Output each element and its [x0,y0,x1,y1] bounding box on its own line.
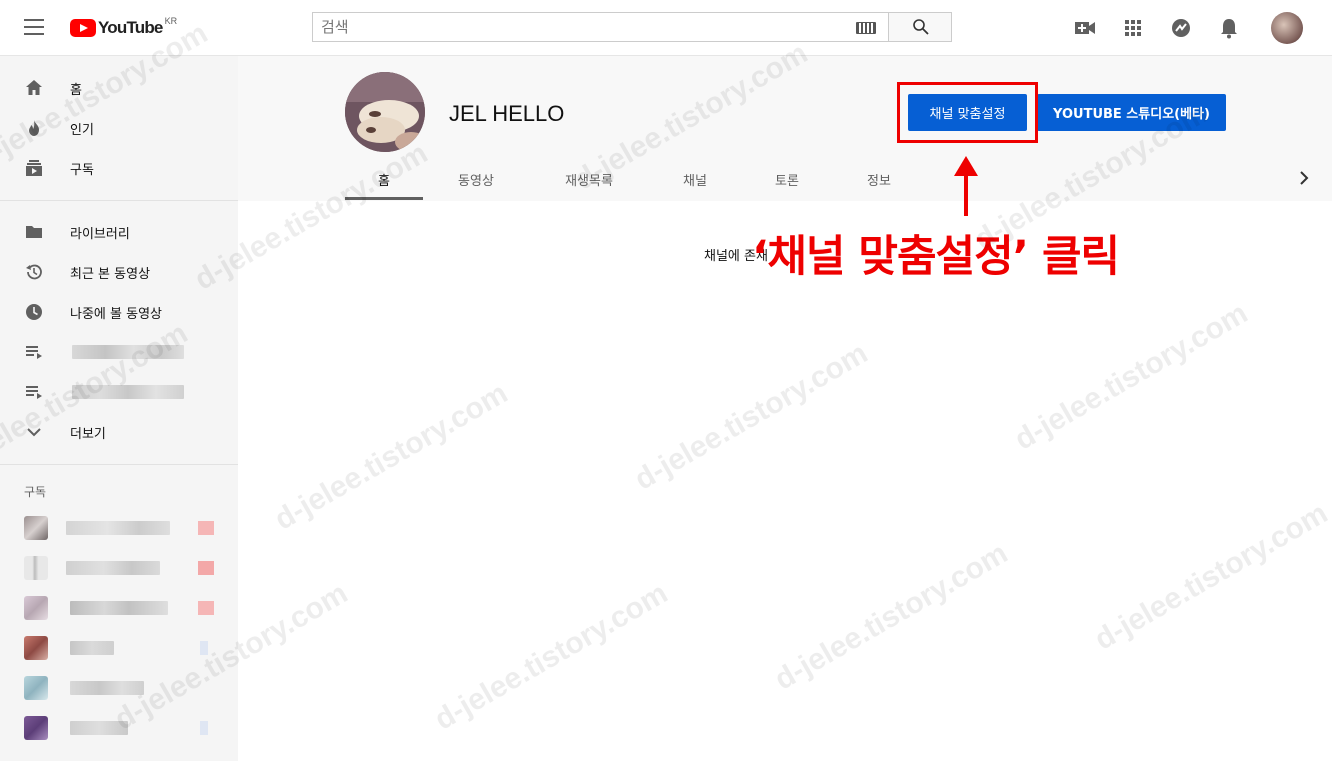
sidebar-divider [0,200,238,201]
subscription-avatar [24,516,48,540]
apps-grid-icon[interactable] [1121,16,1145,40]
sidebar-item-history[interactable]: 최근 본 동영상 [0,252,238,292]
subscription-item[interactable] [0,508,238,548]
blurred-channel-name [66,521,170,535]
blurred-channel-name [70,721,128,735]
search-button[interactable] [888,12,952,42]
sidebar-item-label: 라이브러리 [70,226,130,242]
new-badge [198,521,214,535]
chevron-right-icon[interactable] [1294,168,1314,188]
blurred-channel-name [70,681,144,695]
playlist-icon [26,346,42,359]
channel-name: JEL HELLO [449,101,565,126]
keyboard-icon[interactable] [856,22,876,34]
subscriptions-heading: 구독 [24,485,47,499]
sidebar-divider [0,464,238,465]
watermark: d-jelee.tistory.com [269,376,514,537]
subscription-item[interactable] [0,548,238,588]
channel-avatar [345,72,425,152]
youtube-studio-button[interactable]: YOUTUBE 스튜디오(베타) [1037,94,1226,131]
create-video-icon[interactable] [1073,16,1097,40]
blurred-channel-name [70,641,114,655]
blurred-playlist-title [72,385,184,399]
chevron-down-icon [27,428,41,437]
sidebar-item-label: 홈 [70,82,82,98]
watermark: d-jelee.tistory.com [629,336,874,497]
subscription-item[interactable] [0,668,238,708]
sidebar-item-home[interactable]: 홈 [0,68,238,108]
history-icon [26,264,42,280]
sidebar-item-label: 인기 [70,122,94,138]
menu-icon[interactable] [24,19,44,35]
search-input[interactable] [313,13,888,41]
annotation-text: ‘채널 맞춤설정’ 클릭 [752,232,1120,282]
tab-playlists[interactable]: 재생목록 [546,158,632,200]
sidebar-item-label: 나중에 볼 동영상 [70,306,162,322]
search-icon [913,19,929,35]
live-badge [200,641,208,655]
customize-channel-button[interactable]: 채널 맞춤설정 [908,94,1027,131]
sidebar-item-library[interactable]: 라이브러리 [0,212,238,252]
logo-text: YouTube [98,18,163,37]
flame-icon [29,120,39,136]
masthead: YouTube KR [0,0,1332,56]
sidebar-item-trending[interactable]: 인기 [0,108,238,148]
new-badge [198,561,214,575]
sidebar-item-playlist[interactable] [0,332,238,372]
playlist-icon [26,386,42,399]
sidebar-item-playlist[interactable] [0,372,238,412]
tab-discussion[interactable]: 토론 [756,158,818,200]
search-box [312,12,888,42]
subscription-item[interactable] [0,588,238,628]
sidebar-item-more[interactable]: 더보기 [0,412,238,452]
tab-home[interactable]: 홈 [345,158,423,200]
sidebar-item-watch-later[interactable]: 나중에 볼 동영상 [0,292,238,332]
blurred-playlist-title [72,345,184,359]
new-badge [198,601,214,615]
subscription-avatar [24,636,48,660]
sidebar: 홈 인기 구독 라이브러리 최근 본 동영상 나중에 볼 동영상 더보기 구독 [0,56,238,761]
subscription-avatar [24,676,48,700]
clock-icon [26,304,42,320]
subscription-item[interactable] [0,628,238,668]
watermark: d-jelee.tistory.com [429,576,674,737]
watermark: d-jelee.tistory.com [1009,296,1254,457]
tab-channels[interactable]: 채널 [664,158,726,200]
tab-about[interactable]: 정보 [848,158,910,200]
subscription-avatar [24,556,48,580]
tab-videos[interactable]: 동영상 [436,158,516,200]
blurred-channel-name [66,561,160,575]
home-icon [26,80,42,95]
ferret-photo [345,72,425,152]
live-badge [200,721,208,735]
logo-region: KR [164,16,178,26]
bell-icon[interactable] [1217,16,1241,40]
watermark: d-jelee.tistory.com [769,536,1014,697]
play-icon [70,19,96,37]
subscription-avatar [24,716,48,740]
sidebar-item-label: 더보기 [70,426,106,442]
sidebar-item-label: 구독 [70,162,94,178]
subscriptions-icon [26,160,42,176]
sidebar-item-label: 최근 본 동영상 [70,266,151,282]
subscription-item[interactable] [0,708,238,748]
folder-icon [26,226,42,238]
youtube-logo[interactable]: YouTube KR [70,16,177,40]
annotation-arrow-shaft [964,172,968,216]
watermark: d-jelee.tistory.com [1089,496,1332,657]
blurred-channel-name [70,601,168,615]
account-avatar[interactable] [1271,12,1303,44]
subscription-avatar [24,596,48,620]
share-chat-icon[interactable] [1169,16,1193,40]
sidebar-item-subscriptions[interactable]: 구독 [0,148,238,188]
